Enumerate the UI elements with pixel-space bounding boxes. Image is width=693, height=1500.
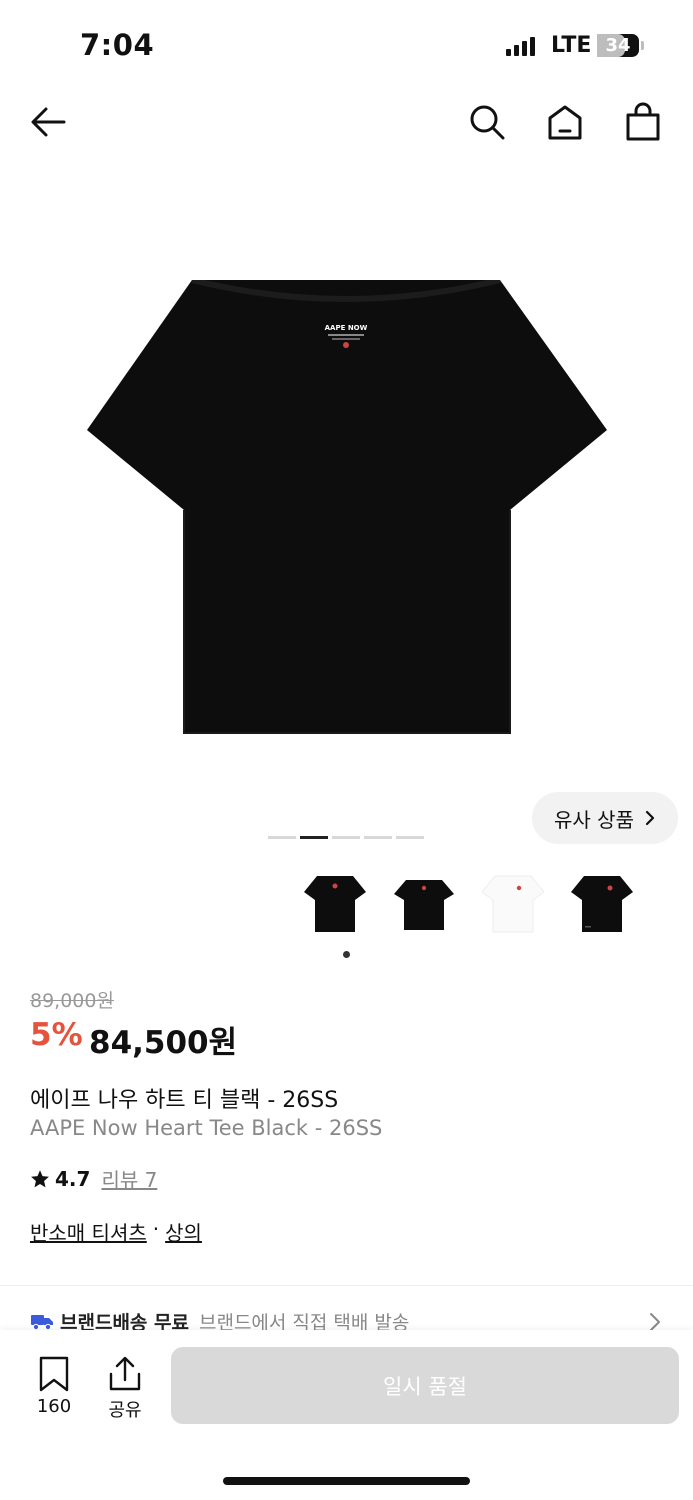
thumbnail-1[interactable] [303,866,367,942]
home-indicator [223,1477,470,1485]
product-rating: 4.7 리뷰 7 [30,1164,157,1193]
network-type: LTE [551,33,592,58]
image-pagination [268,836,424,839]
review-link[interactable]: 리뷰 7 [101,1164,157,1193]
pagination-dot [396,836,424,839]
arrow-left-icon [31,107,66,137]
home-button[interactable] [543,100,587,144]
battery-level: 34 [605,35,631,56]
signal-icon [506,36,535,56]
save-count: 160 [36,1396,72,1417]
chevron-right-icon [645,810,655,826]
divider [0,1285,693,1286]
pagination-dot [364,836,392,839]
category-sub-link[interactable]: 반소매 티셔츠 [30,1217,147,1246]
search-button[interactable] [465,100,509,144]
star-icon [31,1169,49,1187]
status-time: 7:04 [80,28,155,62]
sale-price: 84,500원 [89,1025,238,1061]
home-icon [548,105,582,140]
battery-icon: 34 [597,34,639,57]
thumbnail-indicator [343,951,350,958]
shopping-bag-icon [626,102,660,141]
category-main-link[interactable]: 상의 [165,1217,202,1246]
product-name-en: AAPE Now Heart Tee Black - 26SS [30,1116,383,1140]
share-label: 공유 [108,1400,142,1421]
bookmark-icon [39,1356,69,1392]
thumbnail-3[interactable] [481,866,545,942]
battery-nub [641,41,644,50]
product-logo-text: AAPE NOW [325,324,368,332]
color-thumbnails [303,866,634,942]
product-name-ko: 에이프 나우 하트 티 블랙 - 26SS [30,1088,339,1113]
product-image[interactable]: AAPE NOW [80,277,613,740]
similar-products-button[interactable]: 유사 상품 [532,792,678,844]
thumbnail-4[interactable] [570,866,634,942]
share-button[interactable]: 공유 [97,1356,153,1422]
original-price: 89,000원 [30,990,114,1012]
pagination-dot [300,836,328,839]
rating-score: 4.7 [55,1166,91,1191]
share-icon [109,1356,141,1391]
pagination-dot [268,836,296,839]
truck-icon [31,1314,53,1330]
category-separator: · [152,1217,160,1241]
soldout-button[interactable]: 일시 품절 [171,1347,679,1424]
search-icon [470,105,505,140]
similar-products-label: 유사 상품 [554,807,634,832]
cart-button[interactable] [621,100,665,144]
discount-rate: 5% [30,1017,83,1053]
thumbnail-2[interactable] [392,866,456,942]
pagination-dot [332,836,360,839]
back-button[interactable] [26,100,70,144]
save-button[interactable]: 160 [26,1356,82,1417]
breadcrumb: 반소매 티셔츠 · 상의 [30,1217,202,1246]
